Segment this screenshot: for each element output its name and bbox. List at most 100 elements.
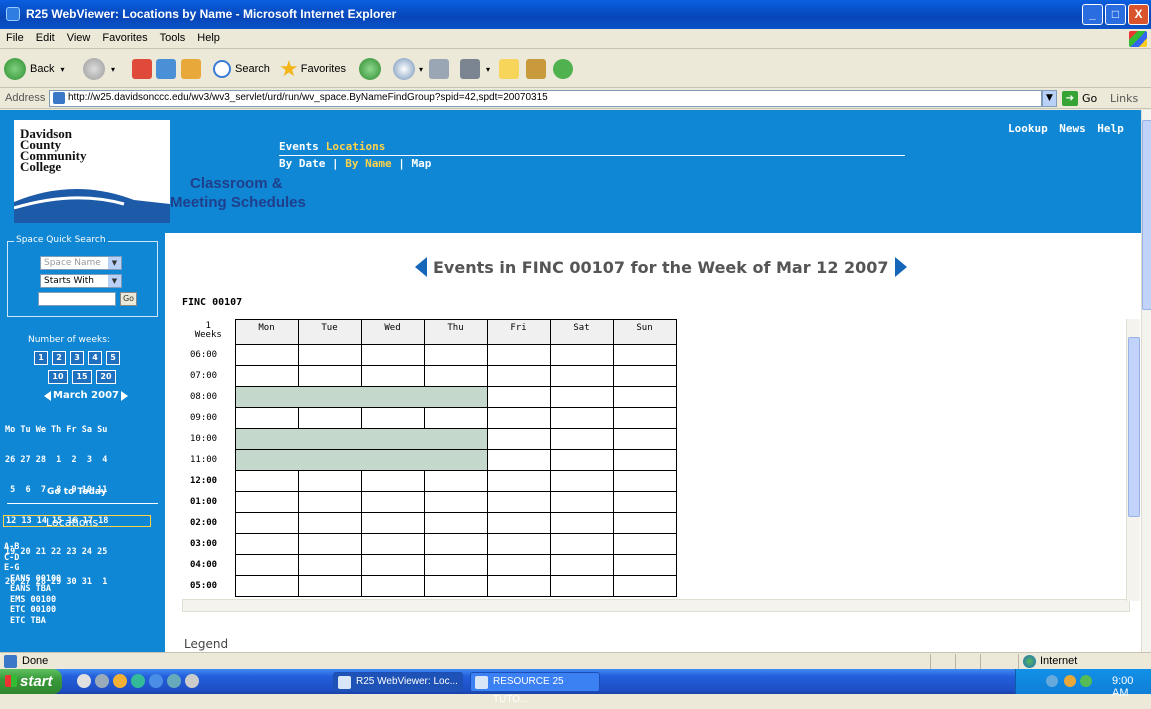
taskbar-clock[interactable]: 9:00 AM xyxy=(1112,675,1151,699)
edit-button[interactable]: ▾ xyxy=(460,57,490,81)
scrollbar-thumb[interactable] xyxy=(1128,337,1140,517)
grid-cell[interactable] xyxy=(360,575,425,597)
go-arrow-icon[interactable]: ➔ xyxy=(1062,91,1078,106)
location-item[interactable]: EANS 00100 xyxy=(4,574,61,585)
menu-edit[interactable]: Edit xyxy=(30,29,61,47)
grid-cell[interactable] xyxy=(486,512,551,534)
starts-with-select[interactable]: Starts With ▼ xyxy=(40,274,122,288)
print-button[interactable] xyxy=(429,57,449,81)
messenger-button[interactable] xyxy=(553,57,573,81)
grid-cell[interactable] xyxy=(360,491,425,513)
menu-file[interactable]: File xyxy=(0,29,30,47)
quicklaunch-icon[interactable] xyxy=(167,674,181,688)
scrollbar-thumb[interactable] xyxy=(1142,120,1151,310)
grid-cell[interactable] xyxy=(612,449,677,471)
space-name-select[interactable]: Space Name ▼ xyxy=(40,256,122,270)
quicklaunch-icon[interactable] xyxy=(131,674,145,688)
tray-arrow-icon[interactable] xyxy=(1046,675,1058,687)
grid-cell[interactable] xyxy=(360,407,425,429)
grid-cell[interactable] xyxy=(297,407,362,429)
history-button[interactable] xyxy=(359,57,381,81)
favorites-button[interactable]: ★ Favorites xyxy=(279,56,346,81)
grid-cell[interactable] xyxy=(549,554,614,576)
nav-events[interactable]: Events xyxy=(279,140,319,153)
location-item[interactable]: EMS 00100 xyxy=(4,595,61,606)
grid-cell[interactable] xyxy=(549,533,614,555)
prev-week-icon[interactable] xyxy=(415,257,427,277)
quick-search-go-button[interactable]: Go xyxy=(120,292,137,306)
grid-cell[interactable] xyxy=(486,470,551,492)
refresh-button[interactable] xyxy=(156,57,176,81)
weeks-4-button[interactable]: 4 xyxy=(88,351,102,365)
quicklaunch-icon[interactable] xyxy=(77,674,91,688)
grid-horizontal-scrollbar[interactable] xyxy=(182,599,1130,612)
grid-cell[interactable] xyxy=(612,365,677,387)
task-r25-webviewer[interactable]: R25 WebViewer: Loc... xyxy=(333,672,463,692)
grid-cell[interactable] xyxy=(486,365,551,387)
menu-help[interactable]: Help xyxy=(191,29,226,47)
menu-favorites[interactable]: Favorites xyxy=(96,29,153,47)
grid-cell[interactable] xyxy=(612,428,677,450)
grid-cell[interactable] xyxy=(297,491,362,513)
mail-button[interactable]: ▾ xyxy=(393,57,423,81)
grid-cell[interactable] xyxy=(612,512,677,534)
grid-cell[interactable] xyxy=(423,575,488,597)
weeks-3-button[interactable]: 3 xyxy=(70,351,84,365)
quicklaunch-icon[interactable] xyxy=(149,674,163,688)
location-item[interactable]: EANS TBA xyxy=(4,584,61,595)
grid-cell[interactable] xyxy=(234,407,299,429)
weeks-20-button[interactable]: 20 xyxy=(96,370,116,384)
grid-cell[interactable] xyxy=(549,428,614,450)
search-button[interactable]: Search xyxy=(213,57,270,81)
location-item[interactable]: ETC 00100 xyxy=(4,605,61,616)
grid-cell[interactable] xyxy=(423,365,488,387)
task-resource25-tutorial[interactable]: RESOURCE 25 TUTO... xyxy=(470,672,600,705)
grid-cell[interactable] xyxy=(549,386,614,408)
location-group-c-d[interactable]: C-D xyxy=(4,553,61,564)
page-vertical-scrollbar[interactable] xyxy=(1141,110,1151,652)
stop-button[interactable] xyxy=(132,57,152,81)
nav-help[interactable]: Help xyxy=(1097,122,1124,135)
grid-cell[interactable] xyxy=(486,491,551,513)
tray-app-icon[interactable] xyxy=(1064,675,1076,687)
weeks-15-button[interactable]: 15 xyxy=(72,370,92,384)
grid-cell[interactable] xyxy=(486,344,551,366)
research-button[interactable] xyxy=(526,57,546,81)
grid-cell[interactable] xyxy=(360,512,425,534)
grid-cell[interactable] xyxy=(423,407,488,429)
event-block[interactable] xyxy=(234,449,488,471)
grid-cell[interactable] xyxy=(297,470,362,492)
grid-cell[interactable] xyxy=(549,365,614,387)
grid-cell[interactable] xyxy=(612,386,677,408)
location-group-a-b[interactable]: A-B xyxy=(4,542,61,553)
grid-cell[interactable] xyxy=(486,554,551,576)
grid-cell[interactable] xyxy=(612,344,677,366)
grid-vertical-scrollbar[interactable] xyxy=(1126,319,1140,601)
event-block[interactable] xyxy=(234,386,488,408)
grid-cell[interactable] xyxy=(486,533,551,555)
go-button[interactable]: Go xyxy=(1082,92,1097,105)
grid-cell[interactable] xyxy=(297,512,362,534)
quicklaunch-icon[interactable] xyxy=(113,674,127,688)
calendar-week[interactable]: 26 27 28 1 2 3 4 xyxy=(5,455,151,465)
close-button[interactable]: X xyxy=(1128,4,1149,25)
grid-cell[interactable] xyxy=(486,407,551,429)
grid-cell[interactable] xyxy=(297,575,362,597)
grid-cell[interactable] xyxy=(612,407,677,429)
grid-cell[interactable] xyxy=(612,491,677,513)
grid-cell[interactable] xyxy=(234,491,299,513)
search-text-input[interactable] xyxy=(38,292,116,306)
nav-by-name[interactable]: By Name xyxy=(345,157,391,170)
folder-button[interactable] xyxy=(499,57,519,81)
grid-cell[interactable] xyxy=(549,407,614,429)
go-to-today-link[interactable]: Go to Today xyxy=(47,487,107,497)
wifi-icon[interactable] xyxy=(1080,675,1092,687)
weeks-2-button[interactable]: 2 xyxy=(52,351,66,365)
grid-cell[interactable] xyxy=(360,365,425,387)
grid-cell[interactable] xyxy=(360,554,425,576)
maximize-button[interactable]: □ xyxy=(1105,4,1126,25)
grid-cell[interactable] xyxy=(234,575,299,597)
grid-cell[interactable] xyxy=(297,533,362,555)
grid-cell[interactable] xyxy=(234,512,299,534)
grid-cell[interactable] xyxy=(549,575,614,597)
